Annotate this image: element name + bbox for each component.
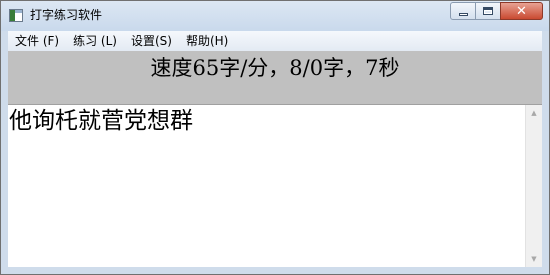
minimize-button[interactable] [450, 2, 476, 20]
speed-status-panel: 速度65字/分，8/0字，7秒 [8, 51, 542, 104]
close-icon: ✕ [516, 3, 527, 19]
menu-practice[interactable]: 练习 (L) [66, 31, 124, 51]
maximize-button[interactable] [475, 2, 501, 20]
practice-text: 他询杔就菅党想群 [9, 108, 193, 134]
maximize-icon [483, 7, 493, 15]
vertical-scrollbar[interactable]: ▲ ▼ [525, 105, 542, 267]
window-title: 打字练习软件 [30, 8, 103, 22]
speed-readout: 速度65字/分，8/0字，7秒 [150, 56, 400, 80]
scroll-down-icon[interactable]: ▼ [526, 251, 542, 267]
app-icon[interactable] [9, 9, 23, 22]
caption-buttons: ✕ [450, 2, 543, 21]
menu-settings[interactable]: 设置(S) [124, 31, 179, 51]
window-frame-left [1, 31, 8, 267]
minimize-icon [458, 12, 468, 16]
window-frame-right [542, 31, 549, 267]
menu-help[interactable]: 帮助(H) [179, 31, 235, 51]
window-frame-bottom [1, 267, 549, 274]
menu-file[interactable]: 文件 (F) [8, 31, 66, 51]
app-window: 打字练习软件 ✕ 文件 (F) 练习 (L) 设置(S) 帮助(H) 速度65字… [0, 0, 550, 275]
title-bar[interactable]: 打字练习软件 ✕ [1, 1, 549, 31]
practice-text-area[interactable]: 他询杔就菅党想群 ▲ ▼ [8, 104, 542, 267]
scroll-up-icon[interactable]: ▲ [526, 105, 542, 121]
close-button[interactable]: ✕ [500, 2, 543, 20]
menu-bar: 文件 (F) 练习 (L) 设置(S) 帮助(H) [8, 31, 542, 51]
